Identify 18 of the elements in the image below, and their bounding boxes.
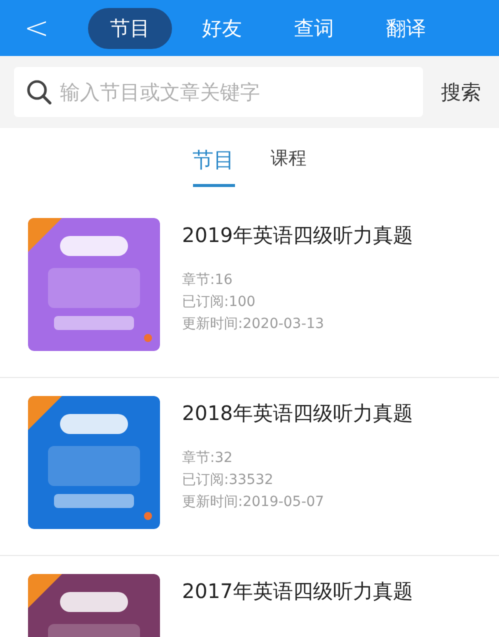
search-icon [26, 79, 52, 105]
subscriber-count: 已订阅:33532 [182, 471, 274, 490]
program-title: 2017年英语四级听力真题 [182, 578, 413, 605]
content-tab[interactable]: 课程 [270, 146, 306, 183]
program-title: 2019年英语四级听力真题 [182, 222, 413, 249]
update-time: 更新时间:2019-05-07 [182, 493, 326, 512]
program-title: 2018年英语四级听力真题 [182, 400, 413, 427]
search-field[interactable]: 输入节目或文章关键字 [14, 67, 423, 117]
program-item[interactable]: 2018年英语四级听力真题 章节:32 已订阅:33532 更新时间:2019-05-07 [0, 378, 499, 556]
search-button[interactable]: 搜索 [437, 78, 485, 106]
program-item[interactable]: 2017年英语四级听力真题 [0, 556, 499, 637]
nav-tab[interactable]: 节目 [88, 8, 172, 48]
chapter-count: 章节:32 [182, 449, 234, 468]
program-item[interactable]: 2019年英语四级听力真题 章节:16 已订阅:100 更新时间:2020-03-13 [0, 200, 499, 378]
update-time: 更新时间:2020-03-13 [182, 315, 326, 334]
content-tab[interactable]: 节目 [192, 146, 234, 187]
subscriber-count: 已订阅:100 [182, 293, 256, 312]
chapter-count: 章节:16 [182, 271, 234, 290]
